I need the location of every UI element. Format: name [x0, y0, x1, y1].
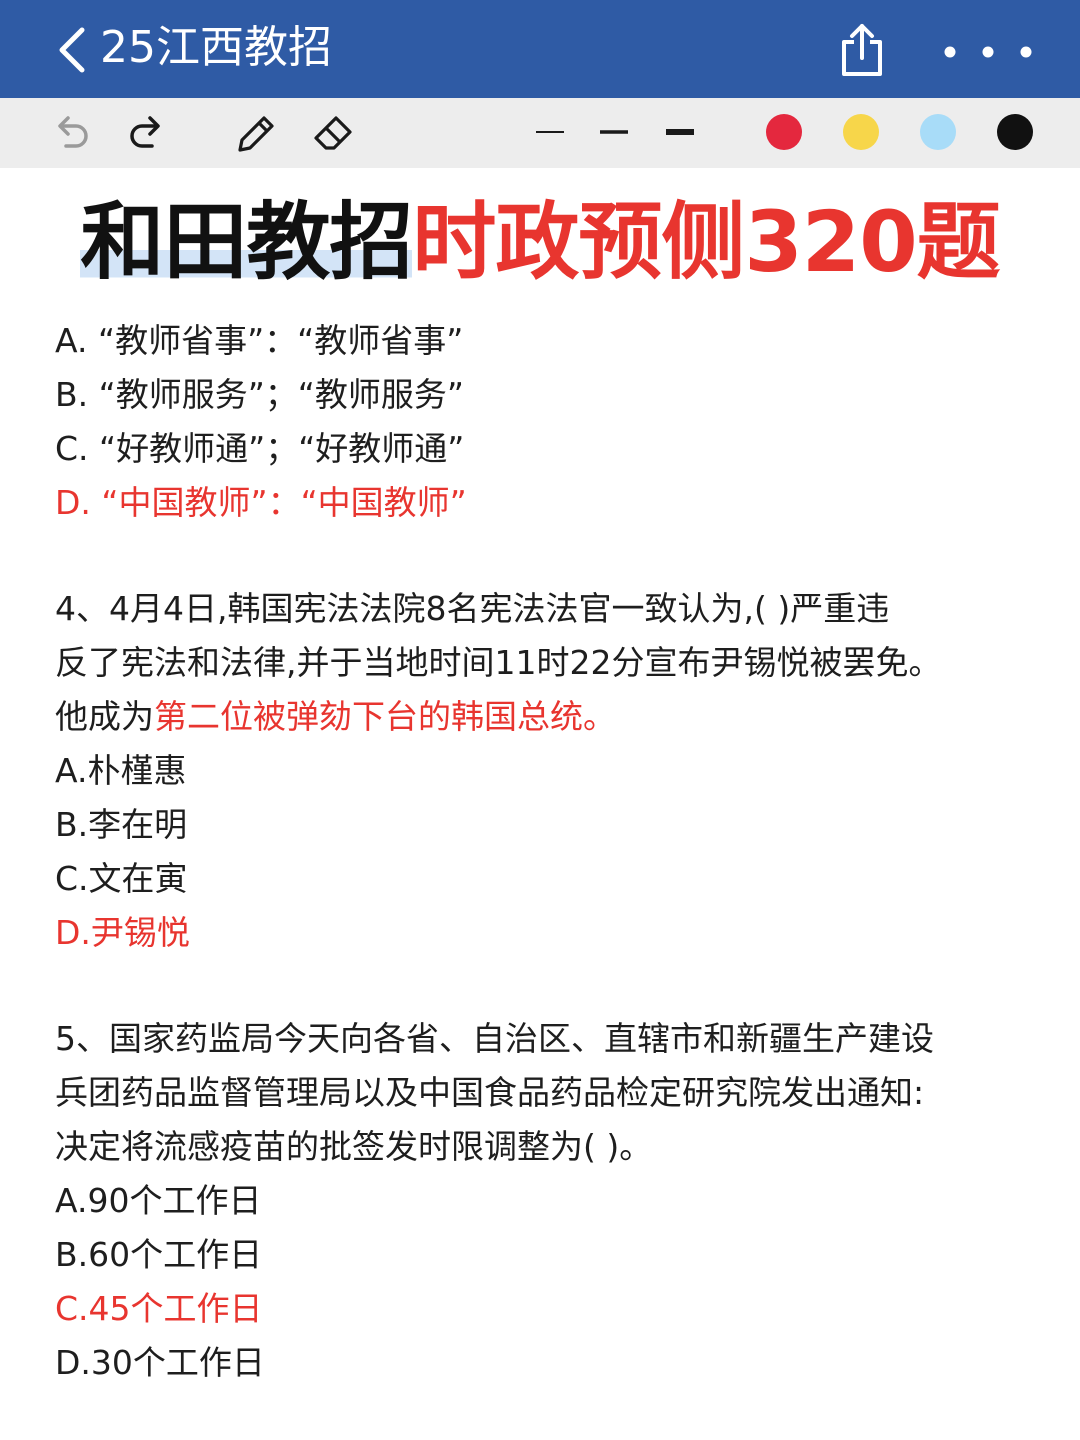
q5-text-line-2: 兵团药品监督管理局以及中国食品药品检定研究院发出通知: [55, 1073, 925, 1112]
q4-line-3-prefix: 他成为 [55, 697, 154, 736]
redo-icon[interactable] [122, 108, 172, 158]
yellow-color-swatch[interactable] [843, 114, 879, 150]
q4-option-a: A.朴槿惠 [55, 751, 187, 790]
q5-option-d: D.30个工作日 [55, 1343, 265, 1382]
q5-option-c-answer: C.45个工作日 [55, 1289, 263, 1328]
q5-text-line-3: 决定将流感疫苗的批签发时限调整为( )。 [55, 1127, 653, 1166]
back-arrow-icon[interactable] [52, 22, 92, 78]
top-bar: 25江西教招 [0, 0, 1080, 98]
pencil-icon[interactable] [230, 108, 280, 158]
q4-text-line-2: 反了宪法和法律,并于当地时间11时22分宣布尹锡悦被罢免。 [55, 643, 942, 682]
q5-option-a: A.90个工作日 [55, 1181, 262, 1220]
thick-stroke-icon[interactable] [658, 120, 702, 144]
share-icon[interactable] [838, 20, 886, 80]
medium-stroke-icon[interactable] [592, 120, 636, 144]
thin-stroke-icon[interactable] [528, 120, 572, 144]
q5-text-line-1: 5、国家药监局今天向各省、自治区、直辖市和新疆生产建设 [55, 1019, 934, 1058]
page-title: 25江西教招 [100, 22, 332, 73]
document-headline: 和田教招时政预侧320题 [0, 190, 1080, 294]
q4-line-3-highlight: 第二位被弹劾下台的韩国总统。 [154, 697, 616, 736]
more-options-icon[interactable] [940, 38, 1036, 66]
q3-option-d-answer: D. “中国教师”：“中国教师” [55, 483, 467, 522]
q3-option-c: C. “好教师通”；“好教师通” [55, 429, 465, 468]
q4-text-line-1: 4、4月4日,韩国宪法法院8名宪法法官一致认为,( )严重违 [55, 589, 890, 628]
q4-option-c: C.文在寅 [55, 859, 188, 898]
q3-option-a: A. “教师省事”：“教师省事” [55, 321, 464, 360]
black-color-swatch[interactable] [997, 114, 1033, 150]
headline-part-2: 时政预侧320题 [412, 193, 1000, 291]
eraser-icon[interactable] [308, 108, 358, 158]
q5-option-b: B.60个工作日 [55, 1235, 263, 1274]
q4-text-line-3: 他成为第二位被弹劾下台的韩国总统。 [55, 690, 1045, 744]
q3-option-b: B. “教师服务”；“教师服务” [55, 375, 465, 414]
annotation-toolbar [0, 98, 1080, 168]
light-blue-color-swatch[interactable] [920, 114, 956, 150]
q4-option-b: B.李在明 [55, 805, 188, 844]
red-color-swatch[interactable] [766, 114, 802, 150]
undo-icon[interactable] [46, 108, 96, 158]
headline-part-1: 和田教招 [80, 193, 413, 291]
document-content: A. “教师省事”：“教师省事” B. “教师服务”；“教师服务” C. “好教… [55, 314, 1045, 1390]
q4-option-d-answer: D.尹锡悦 [55, 913, 190, 952]
